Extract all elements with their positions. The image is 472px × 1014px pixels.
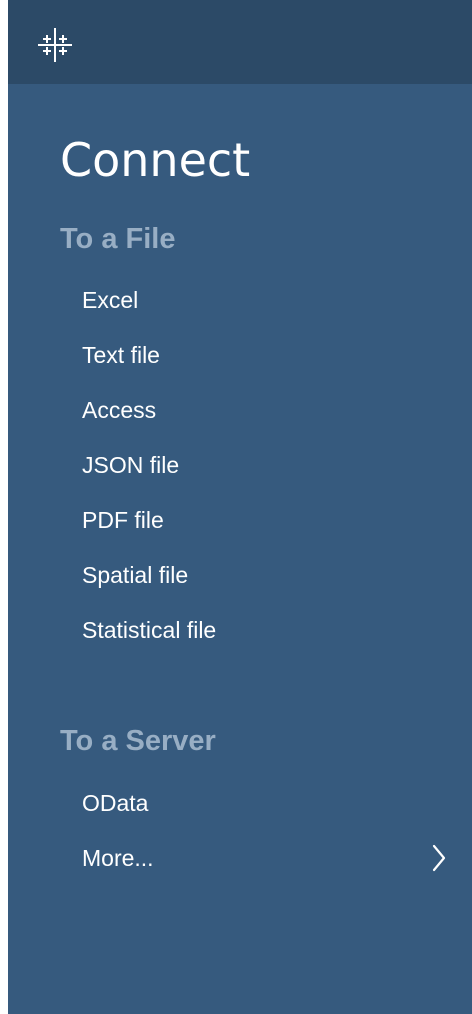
to-a-server-heading: To a Server [60,725,216,757]
server-connector-list: OData More... [0,783,472,893]
connector-more[interactable]: More... [0,838,472,893]
connector-text-file[interactable]: Text file [0,335,472,390]
connector-excel[interactable]: Excel [0,280,472,335]
connector-odata[interactable]: OData [0,783,472,838]
connect-heading: Connect [60,133,251,187]
file-connector-list: Excel Text file Access JSON file PDF fil… [0,280,472,665]
to-a-file-heading: To a File [60,223,176,255]
tableau-logo-icon[interactable] [38,28,72,62]
connector-spatial-file[interactable]: Spatial file [0,555,472,610]
connector-pdf-file[interactable]: PDF file [0,500,472,555]
connector-access[interactable]: Access [0,390,472,445]
chevron-right-icon [430,842,448,874]
connector-statistical-file[interactable]: Statistical file [0,610,472,665]
top-bar [8,0,472,84]
connector-more-label: More... [82,845,154,871]
connector-json-file[interactable]: JSON file [0,445,472,500]
